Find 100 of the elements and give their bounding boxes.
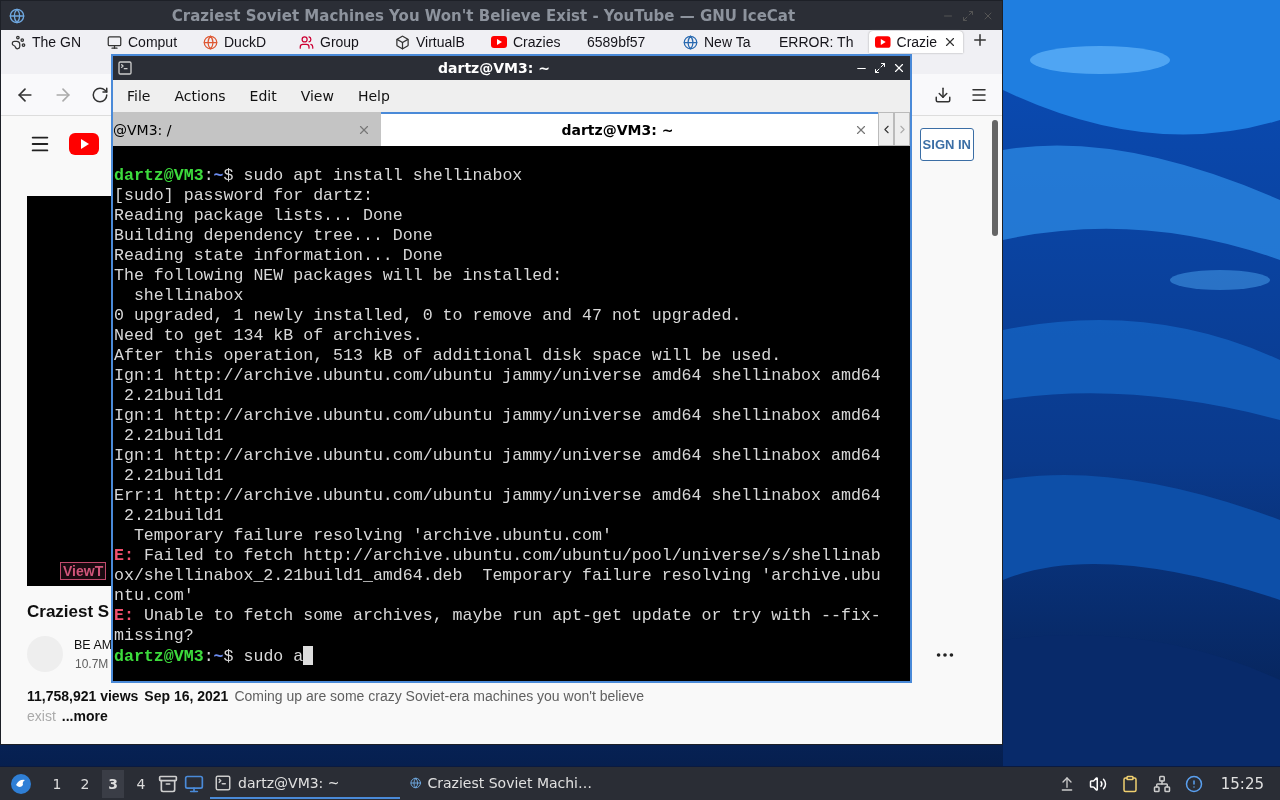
error-message: Unable to fetch some archives, maybe run apt-get update or try with --fix- (142, 606, 881, 625)
tab-label: 6589bf57 (587, 34, 646, 50)
terminal-output[interactable] (113, 146, 910, 681)
browser-tab[interactable]: New Ta (677, 31, 771, 53)
terminal-icon (214, 773, 232, 792)
video-title: Craziest S (27, 602, 110, 622)
menu-item[interactable]: File (121, 84, 157, 108)
video-badge: ViewT (60, 562, 107, 580)
terminal-line: ox/shellinabox_2.21build1_amd64.deb Temporary failure resolving 'archive.ubu (114, 566, 881, 585)
tab-label: ERROR: Th (779, 34, 854, 50)
terminal-line: Reading package lists... Done (114, 206, 403, 225)
terminal-line: After this operation, 513 kB of additional disk space will be used. (114, 346, 782, 365)
terminal-line: The following NEW packages will be installed: (114, 266, 563, 285)
tab-label: Crazie (896, 34, 937, 50)
upload-date: Sep 16, 2021 (144, 687, 229, 706)
error-message: Failed to fetch http://archive.ubuntu.com/ubuntu/pool/universe/s/shellinab (142, 546, 881, 565)
new-tab-icon[interactable] (971, 31, 989, 49)
terminal-line: 2.21build1 (122, 426, 224, 445)
terminal-line: 2.21build1 (122, 506, 224, 525)
tab-label: The GN (32, 34, 81, 50)
group-icon (299, 34, 314, 50)
clock: 15:25 (1220, 774, 1264, 793)
terminal-line: [sudo] password for dartz: (114, 186, 373, 205)
tab-label: DuckD (224, 34, 266, 50)
network-icon[interactable] (1152, 774, 1171, 793)
browser-logo-icon (9, 7, 25, 24)
start-menu-icon[interactable] (10, 772, 32, 795)
window-title: dartz@VM3: ~ (437, 60, 551, 76)
more-link[interactable]: ...more (61, 706, 108, 726)
terminal-line: shellinabox (132, 286, 244, 305)
prompt-separator: : (203, 647, 214, 666)
workspace-button[interactable]: 3 (102, 769, 124, 798)
tab-label: Crazies (513, 34, 561, 50)
terminal-line: 2.21build1 (122, 386, 224, 405)
globe-icon (683, 34, 698, 50)
menu-item[interactable]: Actions (168, 84, 232, 108)
error-tag: E: (114, 546, 134, 565)
browser-tab[interactable]: The GN (5, 31, 99, 53)
tab-label: Comput (128, 34, 178, 50)
prompt-separator: : (203, 166, 214, 185)
terminal-line: Ign:1 http://archive.ubuntu.com/ubuntu jammy/universe amd64 shellinabox amd64 (114, 446, 881, 465)
browser-tab[interactable]: Comput (101, 31, 195, 53)
desktop-icon[interactable] (184, 773, 204, 794)
browser-tab[interactable]: Crazie (869, 31, 963, 53)
volume-icon[interactable] (1088, 774, 1107, 793)
browser-tab[interactable]: ERROR: Th (773, 31, 867, 53)
page-icon (107, 34, 122, 50)
channel-name[interactable]: BE AM (74, 638, 113, 652)
view-count: 11,758,921 views (27, 687, 139, 706)
menu-item[interactable]: View (294, 84, 340, 108)
download-icon[interactable] (934, 85, 952, 104)
command-text: $ sudo a (223, 647, 304, 666)
file-cabinet-icon[interactable] (158, 773, 178, 794)
tab-label: @VM3: / (113, 122, 173, 138)
play-icon (875, 36, 891, 48)
prompt-path: ~ (213, 647, 224, 666)
terminal-line: Reading state information... Done (114, 246, 443, 265)
workspace-button[interactable]: 4 (130, 769, 152, 798)
taskbar-task[interactable]: Craziest Soviet Machi… (406, 768, 596, 799)
window-title: Craziest Soviet Machines You Won't Believe Exist - YouTube — GNU IceCat (170, 6, 797, 25)
terminal-icon (117, 60, 133, 76)
workspace-button[interactable]: 1 (46, 769, 68, 798)
tab-label: New Ta (704, 34, 751, 50)
terminal-line: Ign:1 http://archive.ubuntu.com/ubuntu jammy/universe amd64 shellinabox amd64 (114, 406, 881, 425)
terminal-tab[interactable]: dartz@VM3: ~ (380, 112, 879, 146)
browser-tab[interactable]: DuckD (197, 31, 291, 53)
terminal-line: Err:1 http://archive.ubuntu.com/ubuntu jammy/universe amd64 shellinabox amd64 (114, 486, 881, 505)
video-description: exist (27, 707, 56, 726)
browser-tab[interactable]: VirtualB (389, 31, 483, 53)
subscriber-count: 10.7M (75, 657, 109, 671)
terminal-line: 2.21build1 (122, 466, 224, 485)
play-logo-icon[interactable] (69, 133, 99, 155)
command-text: $ sudo apt install shellinabox (223, 166, 523, 185)
notification-icon[interactable] (1184, 774, 1203, 793)
sign-in-button[interactable]: SIGN IN (919, 127, 974, 161)
browser-tab[interactable]: 6589bf57 (581, 31, 675, 53)
browser-tab[interactable]: Crazies (485, 31, 579, 53)
terminal-line: Need to get 134 kB of archives. (114, 326, 423, 345)
reload-icon[interactable] (91, 85, 109, 104)
terminal-line: Ign:1 http://archive.ubuntu.com/ubuntu jammy/universe amd64 shellinabox amd64 (114, 366, 881, 385)
terminal-tab[interactable]: @VM3: / (113, 112, 381, 146)
terminal-line: ntu.com' (114, 586, 194, 605)
error-tag: E: (114, 606, 134, 625)
close-icon[interactable] (892, 61, 906, 75)
prompt-user: dartz@VM3 (114, 166, 204, 185)
close-icon[interactable] (943, 35, 957, 49)
video-description: Coming up are some crazy Soviet-era machines you won't believe (234, 687, 645, 706)
browser-tab[interactable]: Group (293, 31, 387, 53)
terminal-line: missing? (114, 626, 194, 645)
tab-label: dartz@VM3: ~ (560, 122, 675, 138)
workspace-button[interactable]: 2 (74, 769, 96, 798)
prompt-path: ~ (213, 166, 224, 185)
clipboard-icon[interactable] (1120, 774, 1139, 793)
menu-item[interactable]: Edit (243, 84, 283, 108)
maximize-icon[interactable] (874, 62, 886, 74)
menu-item[interactable]: Help (351, 84, 396, 108)
tab-label: VirtualB (416, 34, 465, 50)
tab-label: Group (320, 34, 359, 50)
video-player[interactable]: ViewT (27, 196, 111, 586)
taskbar-task[interactable]: dartz@VM3: ~ (210, 768, 400, 799)
